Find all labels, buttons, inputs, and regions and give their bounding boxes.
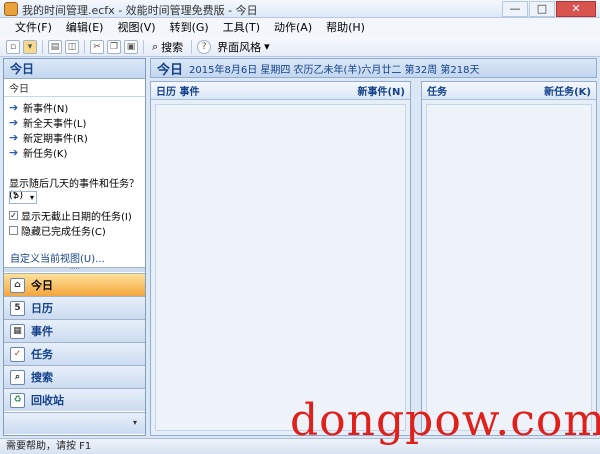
- events-list[interactable]: [155, 104, 406, 431]
- days-question: 显示随后几天的事件和任务？(S): [9, 179, 139, 201]
- menu-view[interactable]: 视图(V): [110, 18, 162, 37]
- nav-more-button[interactable]: ▾: [4, 412, 145, 434]
- checkbox-checked-icon: ✓: [9, 211, 18, 220]
- window-title: 我的时间管理.ecfx - 效能时间管理免费版 - 今日: [22, 4, 258, 17]
- show-undated-tasks-label: 显示无截止日期的任务(I): [21, 212, 132, 223]
- nav-today[interactable]: ⌂ 今日: [4, 273, 145, 296]
- main-header: 今日 2015年8月6日 星期四 农历乙未年(羊)六月廿二 第32周 第218天: [150, 58, 597, 78]
- nav-recycle-label: 回收站: [31, 394, 64, 407]
- days-select-value: ?: [13, 192, 18, 202]
- nav-search-label: 搜索: [31, 371, 53, 384]
- nav-events[interactable]: ▦ 事件: [4, 319, 145, 342]
- copy-icon[interactable]: ❐: [107, 39, 121, 54]
- events-panel: 日历 事件 新事件(N): [150, 81, 411, 436]
- chevron-down-icon: ▾: [29, 193, 34, 202]
- cut-icon[interactable]: ✂: [90, 39, 104, 54]
- menu-edit[interactable]: 编辑(E): [59, 18, 111, 37]
- nav-tasks-label: 任务: [31, 348, 53, 361]
- close-button[interactable]: ✕: [556, 1, 596, 17]
- nav-recycle-bin[interactable]: ♻ 回收站: [4, 388, 145, 411]
- new-event-link[interactable]: ➔ 新事件(N): [9, 100, 140, 115]
- toolbar-separator: [84, 39, 85, 54]
- maximize-button[interactable]: □: [529, 1, 555, 17]
- new-all-day-event-label: 新全天事件(L): [23, 119, 87, 130]
- customize-view-link[interactable]: 自定义当前视图(U)...: [10, 250, 105, 265]
- search-label: 搜索: [161, 40, 184, 54]
- toolbar-separator: [42, 39, 43, 54]
- style-label: 界面风格: [217, 40, 262, 54]
- show-undated-tasks-checkbox[interactable]: ✓ 显示无截止日期的任务(I): [9, 208, 140, 223]
- paste-icon[interactable]: ▣: [124, 39, 138, 54]
- menu-help[interactable]: 帮助(H): [319, 18, 372, 37]
- tasks-panel-header: 任务 新任务(K): [422, 82, 596, 100]
- new-all-day-event-link[interactable]: ➔ 新全天事件(L): [9, 115, 140, 130]
- today-options: 显示随后几天的事件和任务？(S) ? ▾ ✓ 显示无截止日期的任务(I) 隐藏已…: [4, 175, 145, 238]
- new-document-icon[interactable]: ▫: [6, 39, 20, 54]
- events-grid-icon: ▦: [10, 323, 25, 339]
- nav-events-label: 事件: [31, 325, 53, 338]
- tasks-panel: 任务 新任务(K): [421, 81, 597, 436]
- checkbox-unchecked-icon: [9, 226, 18, 235]
- tasks-list[interactable]: [426, 104, 592, 431]
- toolbar-separator: [143, 39, 144, 54]
- tasks-panel-title: 任务: [427, 87, 447, 98]
- calendar-icon: 5: [10, 300, 25, 316]
- menu-tools[interactable]: 工具(T): [216, 18, 267, 37]
- nav-calendar-label: 日历: [31, 302, 53, 315]
- arrow-right-icon: ➔: [9, 116, 19, 129]
- left-pane-header: 今日: [4, 59, 145, 79]
- minimize-button[interactable]: —: [502, 1, 528, 17]
- nav-tasks[interactable]: ✓ 任务: [4, 342, 145, 365]
- new-task-link[interactable]: ➔ 新任务(K): [9, 145, 140, 160]
- menu-go[interactable]: 转到(G): [163, 18, 216, 37]
- hide-completed-tasks-label: 隐藏已完成任务(C): [21, 227, 106, 238]
- nav-calendar[interactable]: 5 日历: [4, 296, 145, 319]
- arrow-right-icon: ➔: [9, 146, 19, 159]
- title-bar: 我的时间管理.ecfx - 效能时间管理免费版 - 今日 — □ ✕: [0, 0, 600, 18]
- open-folder-icon[interactable]: ▾: [23, 39, 37, 54]
- window-controls: — □ ✕: [502, 1, 596, 17]
- menu-file[interactable]: 文件(F): [8, 18, 59, 37]
- new-task-label: 新任务(K): [23, 149, 68, 160]
- quick-links: ➔ 新事件(N) ➔ 新全天事件(L) ➔ 新定期事件(R) ➔ 新任务(K): [4, 97, 145, 160]
- new-event-label: 新事件(N): [23, 104, 69, 115]
- search-icon: ⌕: [152, 39, 159, 53]
- nav-today-label: 今日: [31, 279, 53, 292]
- days-select[interactable]: ? ▾: [9, 191, 37, 204]
- new-recurring-event-label: 新定期事件(R): [23, 134, 88, 145]
- toolbar-separator: [191, 39, 193, 54]
- app-icon: [4, 2, 18, 16]
- print-preview-icon[interactable]: ◫: [65, 39, 79, 54]
- new-recurring-event-link[interactable]: ➔ 新定期事件(R): [9, 130, 140, 145]
- recycle-icon: ♻: [10, 392, 25, 408]
- watermark: dongpow.com: [290, 395, 600, 446]
- new-task-button[interactable]: 新任务(K): [544, 83, 591, 98]
- events-panel-header: 日历 事件 新事件(N): [151, 82, 410, 100]
- new-event-button[interactable]: 新事件(N): [357, 83, 405, 98]
- style-dropdown-button[interactable]: 界面风格 ▾: [214, 39, 273, 55]
- page-title: 今日: [157, 62, 184, 78]
- hide-completed-tasks-checkbox[interactable]: 隐藏已完成任务(C): [9, 223, 140, 238]
- events-panel-title: 日历 事件: [156, 87, 200, 98]
- chevron-down-icon: ▾: [264, 40, 270, 53]
- pane-splitter[interactable]: ·····: [4, 267, 145, 273]
- task-check-icon: ✓: [10, 346, 25, 362]
- help-icon[interactable]: ?: [197, 39, 212, 54]
- search-button[interactable]: ⌕ 搜索: [149, 39, 186, 55]
- menu-bar: 文件(F) 编辑(E) 视图(V) 转到(G) 工具(T) 动作(A) 帮助(H…: [0, 18, 600, 37]
- magnifier-icon: ⌕: [10, 369, 25, 385]
- toolbar: ▫ ▾ ▤ ◫ ✂ ❐ ▣ ⌕ 搜索 ? 界面风格 ▾: [0, 37, 600, 57]
- left-pane-subheader: 今日: [4, 79, 145, 97]
- date-info: 2015年8月6日 星期四 农历乙未年(羊)六月廿二 第32周 第218天: [189, 64, 480, 76]
- print-icon[interactable]: ▤: [48, 39, 62, 54]
- nav-search[interactable]: ⌕ 搜索: [4, 365, 145, 388]
- menu-actions[interactable]: 动作(A): [267, 18, 319, 37]
- left-pane: 今日 今日 ➔ 新事件(N) ➔ 新全天事件(L) ➔ 新定期事件(R) ➔ 新…: [3, 58, 146, 436]
- home-icon: ⌂: [10, 277, 25, 293]
- arrow-right-icon: ➔: [9, 131, 19, 144]
- arrow-right-icon: ➔: [9, 101, 19, 114]
